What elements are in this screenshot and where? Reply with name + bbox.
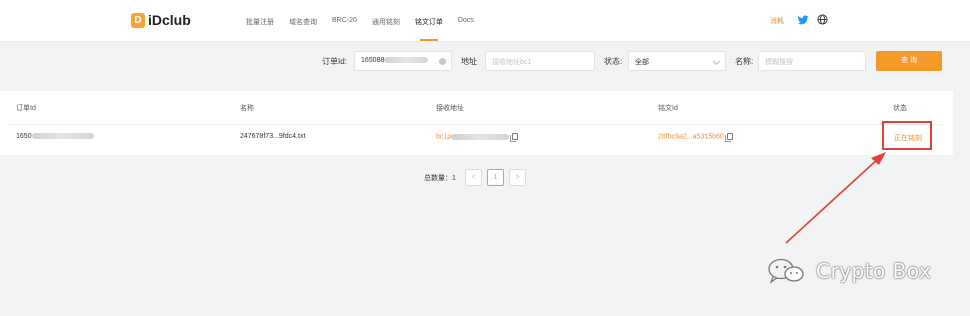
logo-icon: D: [131, 12, 145, 28]
prev-page-button[interactable]: <: [465, 169, 482, 186]
logo-text: iDclub: [148, 12, 191, 28]
main-nav: 批量注册 域名查询 BRC-20 通用铭刻 铭文订单 Docs: [246, 17, 489, 41]
copy-icon[interactable]: [724, 133, 733, 142]
chevron-down-icon: [712, 57, 721, 66]
wechat-icon: [768, 258, 804, 284]
cell-address[interactable]: bc1p: [436, 133, 519, 142]
globe-icon[interactable]: [817, 14, 828, 25]
next-page-button[interactable]: >: [509, 169, 526, 186]
address-input[interactable]: 接收地址bc1: [485, 51, 595, 71]
th-name: 名称: [240, 105, 254, 112]
top-navbar: D iDclub 批量注册 域名查询 BRC-20 通用铭刻 铭文订单 Docs…: [0, 0, 970, 42]
name-label: 名称:: [735, 57, 754, 66]
status-label: 状态:: [604, 57, 623, 66]
redacted-blur: [31, 133, 94, 140]
copy-icon[interactable]: [510, 133, 519, 142]
annotation-highlight-box: [882, 121, 932, 150]
logo[interactable]: D iDclub: [131, 12, 191, 28]
nav-brc20[interactable]: BRC-20: [332, 17, 357, 27]
total-count: 总数量：1: [424, 175, 456, 182]
nav-inscription-orders[interactable]: 铭文订单: [415, 17, 443, 41]
th-status: 状态: [893, 105, 907, 112]
cell-name: 247678f73...9fdc4.txt: [240, 133, 306, 140]
header-divider: [10, 124, 943, 125]
th-order-id: 订单Id: [16, 105, 36, 112]
order-id-text: 1650: [16, 133, 32, 140]
filter-bar: 订单Id: 165088 地址 接收地址bc1 状态: 全部 名称: 模糊搜搜 …: [0, 51, 970, 71]
status-select[interactable]: 全部: [628, 51, 726, 71]
redacted-blur: [451, 133, 510, 140]
address-label: 地址: [461, 57, 477, 66]
name-input[interactable]: 模糊搜搜: [758, 51, 866, 71]
order-id-input[interactable]: 165088: [354, 51, 452, 71]
consume-link[interactable]: 消耗: [770, 16, 784, 26]
nav-batch-register[interactable]: 批量注册: [246, 17, 274, 27]
clear-icon[interactable]: [439, 58, 446, 65]
order-id-label: 订单Id:: [322, 57, 347, 66]
watermark: Crypto Box: [766, 258, 931, 284]
orders-table: 订单Id 名称 接收地址 铭文Id 状态 1650 247678f73...9f…: [0, 91, 953, 155]
page-1-button[interactable]: 1: [487, 169, 504, 186]
cell-order-id: 1650: [16, 133, 94, 140]
inscription-id-text: 28fbc9a2...a5315b60: [658, 133, 724, 141]
nav-domain-search[interactable]: 域名查询: [289, 17, 317, 27]
cell-inscription-id[interactable]: 28fbc9a2...a5315b60: [658, 133, 733, 142]
nav-general-inscribe[interactable]: 通用铭刻: [372, 17, 400, 27]
query-button[interactable]: 查 询: [876, 51, 942, 71]
address-text: bc1p: [436, 133, 452, 141]
watermark-text: Crypto Box: [816, 259, 932, 283]
th-inscription-id: 铭文Id: [658, 105, 678, 112]
order-id-value: 165088: [361, 57, 385, 64]
th-address: 接收地址: [436, 105, 464, 112]
twitter-icon[interactable]: [797, 14, 809, 26]
nav-docs[interactable]: Docs: [458, 17, 474, 27]
redacted-blur: [384, 57, 429, 64]
status-select-value: 全部: [635, 59, 649, 66]
